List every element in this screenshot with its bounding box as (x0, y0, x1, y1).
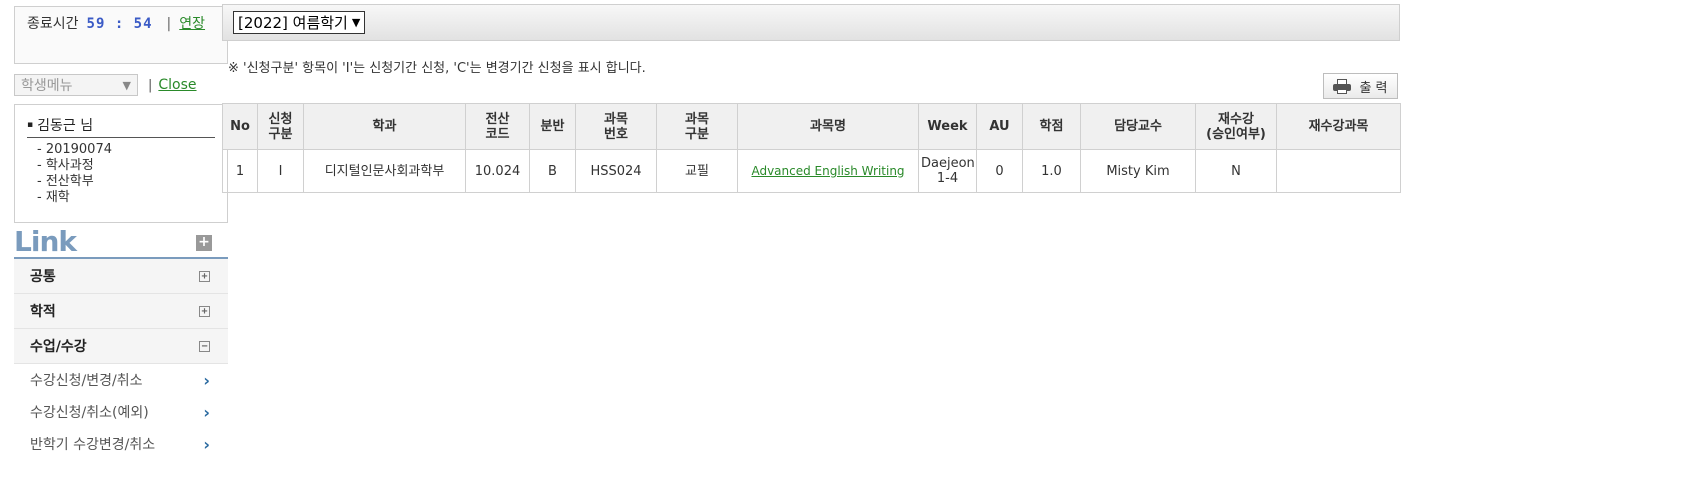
col-header-course-no: 과목 번호 (575, 103, 657, 150)
extend-session-link[interactable]: 연장 (179, 16, 205, 32)
print-button-label: 출 력 (1359, 80, 1388, 96)
link-section-header: Link + (14, 225, 228, 259)
link-title: Link (14, 225, 77, 258)
col-header-professor: 담당교수 (1080, 103, 1196, 150)
bullet-icon: ▪ (27, 120, 34, 130)
nav-item-label: 반학기 수강변경/취소 (30, 437, 156, 453)
cell-credit: 1.0 (1022, 149, 1081, 193)
close-link[interactable]: Close (158, 77, 196, 93)
col-header-code: 전산 코드 (465, 103, 530, 150)
cell-course-category: 교필 (656, 149, 738, 193)
user-info-box: ▪ 김동근 님 - 20190074 - 학사과정 - 전산학부 - 재학 (14, 104, 228, 223)
chevron-right-icon: › (203, 434, 210, 454)
col-header-no: No (222, 103, 258, 150)
nav-category-classes[interactable]: 수업/수강 − (14, 329, 228, 364)
chevron-right-icon: › (203, 370, 210, 390)
expand-all-icon[interactable]: + (196, 235, 212, 251)
menu-separator: | (148, 77, 153, 93)
nav-category-common[interactable]: 공통 + (14, 259, 228, 294)
col-header-retake: 재수강 (승인여부) (1195, 103, 1277, 150)
cell-apply-type: I (257, 149, 304, 193)
nav-item-registration[interactable]: 수강신청/변경/취소 › (14, 364, 228, 396)
user-department: - 전산학부 (37, 174, 94, 189)
cell-week: Daejeon 1-4 (918, 149, 977, 193)
timer-separator: | (166, 16, 172, 32)
col-header-course-category: 과목 구분 (656, 103, 738, 150)
plus-icon[interactable]: + (199, 305, 210, 317)
student-menu-value: 학생메뉴 (21, 78, 73, 94)
nav-category-label: 수업/수강 (30, 339, 87, 355)
user-student-id: - 20190074 (37, 142, 112, 157)
user-name-text: 김동근 님 (37, 118, 94, 134)
printer-icon (1333, 78, 1352, 94)
plus-icon[interactable]: + (199, 270, 210, 282)
col-header-section: 분반 (529, 103, 576, 150)
cell-retake: N (1195, 149, 1277, 193)
user-name: ▪ 김동근 님 (27, 115, 215, 138)
cell-au: 0 (976, 149, 1023, 193)
table-row: 1 I 디지털인문사회과학부 10.024 B HSS024 교필 Advanc… (222, 149, 1401, 193)
chevron-down-icon: ▼ (351, 16, 361, 29)
nav-item-half-semester-change[interactable]: 반학기 수강변경/취소 › (14, 428, 228, 460)
timer-label: 종료시간 (27, 16, 79, 32)
cell-course-no: HSS024 (575, 149, 657, 193)
nav-category-label: 공통 (30, 269, 56, 285)
cell-professor: Misty Kim (1080, 149, 1196, 193)
sidebar: 종료시간 59 : 54 | 연장 학생메뉴 ▼ | Close ▪ 김동근 님 - … (14, 6, 228, 460)
col-header-apply-type: 신청 구분 (257, 103, 304, 150)
cell-section: B (529, 149, 576, 193)
nav-category-academic-records[interactable]: 학적 + (14, 294, 228, 329)
nav-item-registration-exception[interactable]: 수강신청/취소(예외) › (14, 396, 228, 428)
print-button[interactable]: 출 력 (1323, 73, 1398, 99)
col-header-credit: 학점 (1022, 103, 1081, 150)
user-info-list: - 20190074 - 학사과정 - 전산학부 - 재학 (37, 142, 215, 206)
semester-select-value: [2022] 여름학기 (238, 14, 348, 32)
cell-department: 디지털인문사회과학부 (303, 149, 466, 193)
cell-retake-course (1276, 149, 1401, 193)
main-content: [2022] 여름학기 ▼ ※ '신청구분' 항목이 'I'는 신청기간 신청,… (222, 4, 1401, 193)
cell-course-name: Advanced English Writing (737, 149, 919, 193)
minus-icon[interactable]: − (199, 340, 210, 352)
notice-text: ※ '신청구분' 항목이 'I'는 신청기간 신청, 'C'는 변경기간 신청을… (228, 61, 646, 76)
col-header-au: AU (976, 103, 1023, 150)
chevron-right-icon: › (203, 402, 210, 422)
user-status: - 재학 (37, 190, 70, 205)
course-name-link[interactable]: Advanced English Writing (751, 164, 904, 178)
course-table: No 신청 구분 학과 전산 코드 분반 과목 번호 과목 구분 과목명 Wee… (222, 103, 1401, 193)
cell-code: 10.024 (465, 149, 530, 193)
chevron-down-icon: ▼ (122, 78, 131, 92)
student-menu-select[interactable]: 학생메뉴 ▼ (14, 74, 138, 96)
table-header-row: No 신청 구분 학과 전산 코드 분반 과목 번호 과목 구분 과목명 Wee… (222, 103, 1401, 150)
menu-row: 학생메뉴 ▼ | Close (14, 74, 228, 96)
nav-category-label: 학적 (30, 304, 56, 320)
nav-item-label: 수강신청/변경/취소 (30, 373, 143, 389)
session-timer: 종료시간 59 : 54 | 연장 (14, 6, 228, 64)
cell-no: 1 (222, 149, 258, 193)
semester-select[interactable]: [2022] 여름학기 ▼ (233, 11, 366, 34)
col-header-department: 학과 (303, 103, 466, 150)
user-program: - 학사과정 (37, 158, 94, 173)
semester-bar: [2022] 여름학기 ▼ (222, 4, 1400, 41)
timer-value: 59 : 54 (86, 16, 153, 32)
col-header-retake-course: 재수강과목 (1276, 103, 1401, 150)
col-header-week: Week (918, 103, 977, 150)
nav-item-label: 수강신청/취소(예외) (30, 405, 149, 421)
print-area: 출 력 (222, 73, 1400, 101)
col-header-course-name: 과목명 (737, 103, 919, 150)
